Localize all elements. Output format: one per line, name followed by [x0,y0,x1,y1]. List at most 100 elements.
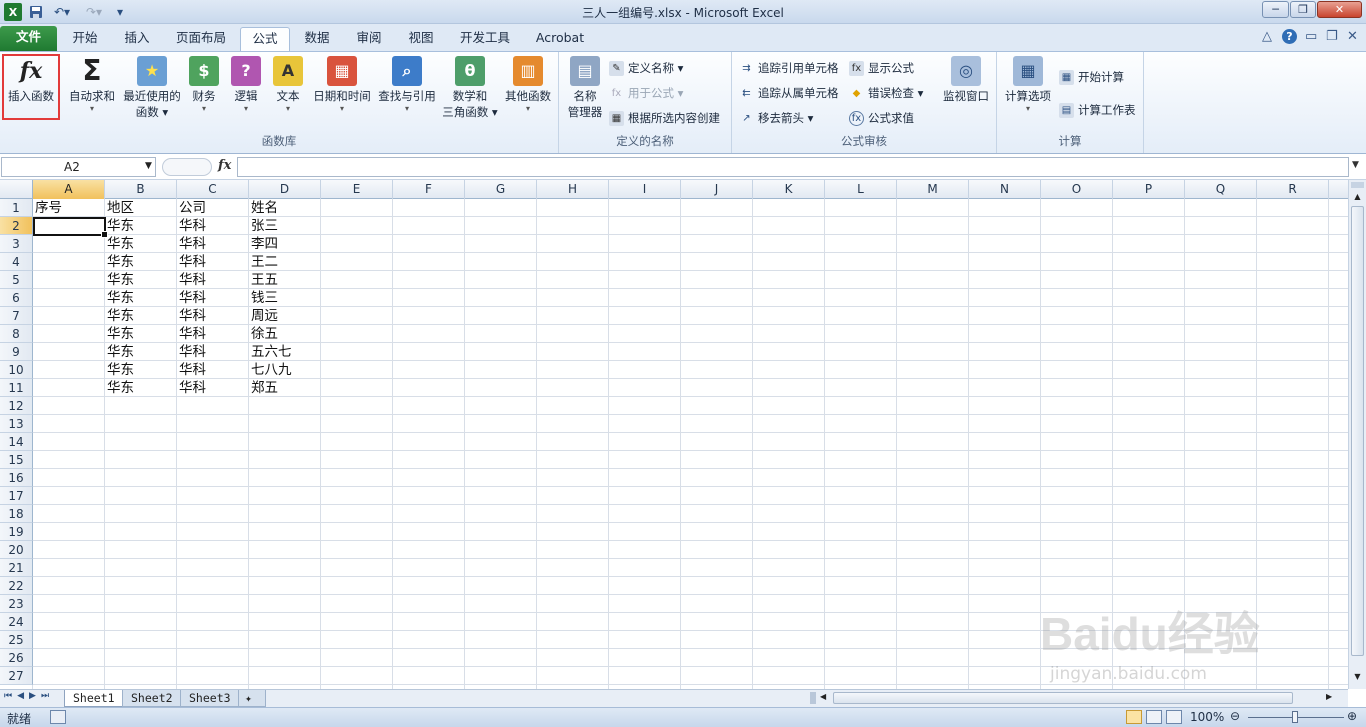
cell-c4[interactable]: 华科 [177,253,249,271]
row-header-6[interactable]: 6 [0,289,33,307]
row-header-2[interactable]: 2 [0,217,33,235]
zoom-in-icon[interactable]: ⊕ [1347,709,1357,723]
cell-a11[interactable] [33,379,105,397]
macro-record-icon[interactable] [50,710,66,724]
row-header-4[interactable]: 4 [0,253,33,271]
sheet-tab-sheet1[interactable]: Sheet1 [64,690,124,707]
column-header-l[interactable]: L [825,180,897,199]
calculate-now-button[interactable]: ▦ 开始计算 [1059,67,1124,87]
doc-minimize-icon[interactable]: ▭ [1305,29,1317,44]
column-header-p[interactable]: P [1113,180,1185,199]
trace-dependents-button[interactable]: ⇇ 追踪从属单元格 [739,83,838,103]
row-header-13[interactable]: 13 [0,415,33,433]
cell-a1[interactable]: 序号 [33,199,105,217]
recent-functions-button[interactable]: ★ 最近使用的 函数 ▾ [121,56,183,120]
vertical-scrollbar[interactable]: ▲ ▼ [1348,180,1366,689]
cell-b8[interactable]: 华东 [105,325,177,343]
cell-d3[interactable]: 李四 [249,235,321,253]
cell-d8[interactable]: 徐五 [249,325,321,343]
formula-input[interactable] [237,157,1349,177]
column-header-n[interactable]: N [969,180,1041,199]
tab-insert[interactable]: 插入 [114,27,160,51]
tab-split-handle[interactable] [810,692,816,704]
name-box[interactable]: A2 ▼ [1,157,156,177]
spreadsheet-grid[interactable]: ABCDEFGHIJKLMNOPQR 1 2 3 4 5 6 7 8 9 10 11 12 13 14 15… [0,180,1348,689]
row-header-10[interactable]: 10 [0,361,33,379]
tab-data[interactable]: 数据 [296,27,338,51]
tab-home[interactable]: 开始 [62,27,108,51]
autosum-button[interactable]: Σ 自动求和 ▾ [66,56,118,114]
normal-view-icon[interactable] [1126,710,1142,724]
scroll-left-icon[interactable]: ◀ [820,692,826,701]
row-header-16[interactable]: 16 [0,469,33,487]
tab-formulas[interactable]: 公式 [240,27,290,51]
cell-d7[interactable]: 周远 [249,307,321,325]
doc-close-icon[interactable]: ✕ [1347,29,1358,44]
maximize-button[interactable]: ❐ [1290,1,1316,18]
logical-button[interactable]: ? 逻辑 ▾ [228,56,264,114]
row-header-23[interactable]: 23 [0,595,33,613]
row-header-1[interactable]: 1 [0,199,33,217]
page-break-view-icon[interactable] [1166,710,1182,724]
cell-c11[interactable]: 华科 [177,379,249,397]
insert-function-fx-icon[interactable]: fx [218,158,231,173]
column-header-m[interactable]: M [897,180,969,199]
column-header-g[interactable]: G [465,180,537,199]
cell-a6[interactable] [33,289,105,307]
cell-c2[interactable]: 华科 [177,217,249,235]
column-header-c[interactable]: C [177,180,249,199]
cell-d10[interactable]: 七八九 [249,361,321,379]
column-header-o[interactable]: O [1041,180,1113,199]
column-header-q[interactable]: Q [1185,180,1257,199]
cell-b10[interactable]: 华东 [105,361,177,379]
create-from-selection-button[interactable]: ▦ 根据所选内容创建 [609,108,720,128]
cell-c8[interactable]: 华科 [177,325,249,343]
expand-formula-bar-icon[interactable]: ▼ [1352,160,1359,170]
cell-c7[interactable]: 华科 [177,307,249,325]
column-header-h[interactable]: H [537,180,609,199]
row-header-11[interactable]: 11 [0,379,33,397]
cell-c3[interactable]: 华科 [177,235,249,253]
column-header-f[interactable]: F [393,180,465,199]
split-box[interactable] [1351,182,1364,188]
name-manager-button[interactable]: ▤ 名称 管理器 [563,56,607,120]
scroll-down-icon[interactable]: ▼ [1351,672,1364,681]
financial-button[interactable]: $ 财务 ▾ [186,56,222,114]
row-header-3[interactable]: 3 [0,235,33,253]
define-name-button[interactable]: ✎ 定义名称 ▾ [609,58,683,78]
trace-precedents-button[interactable]: ⇉ 追踪引用单元格 [739,58,838,78]
cell-b7[interactable]: 华东 [105,307,177,325]
text-button[interactable]: A 文本 ▾ [270,56,306,114]
cell-d6[interactable]: 钱三 [249,289,321,307]
evaluate-formula-button[interactable]: fx 公式求值 [849,108,914,128]
row-header-22[interactable]: 22 [0,577,33,595]
zoom-slider-thumb[interactable] [1292,711,1298,723]
cell-d4[interactable]: 王二 [249,253,321,271]
vertical-scroll-thumb[interactable] [1351,206,1364,656]
cell-a7[interactable] [33,307,105,325]
row-header-17[interactable]: 17 [0,487,33,505]
use-in-formula-button[interactable]: fx 用于公式 ▾ [609,83,684,103]
more-functions-button[interactable]: ▥ 其他函数 ▾ [502,56,554,114]
close-button[interactable]: ✕ [1317,1,1362,18]
calculation-options-button[interactable]: ▦ 计算选项 ▾ [1001,56,1055,114]
tab-review[interactable]: 审阅 [348,27,390,51]
insert-sheet-icon[interactable]: ✦ [238,690,266,707]
datetime-button[interactable]: ▦ 日期和时间 ▾ [311,56,373,114]
cell-c1[interactable]: 公司 [177,199,249,217]
cell-b9[interactable]: 华东 [105,343,177,361]
row-header-14[interactable]: 14 [0,433,33,451]
cell-a5[interactable] [33,271,105,289]
cell-c10[interactable]: 华科 [177,361,249,379]
column-header-r[interactable]: R [1257,180,1329,199]
insert-function-button[interactable]: fx 插入函数 [2,54,60,120]
cell-b11[interactable]: 华东 [105,379,177,397]
cell-c5[interactable]: 华科 [177,271,249,289]
column-header-k[interactable]: K [753,180,825,199]
cell-b3[interactable]: 华东 [105,235,177,253]
cell-b1[interactable]: 地区 [105,199,177,217]
zoom-level[interactable]: 100% [1190,710,1224,724]
lookup-button[interactable]: ⌕ 查找与引用 ▾ [376,56,438,114]
cell-c9[interactable]: 华科 [177,343,249,361]
cell-d11[interactable]: 郑五 [249,379,321,397]
